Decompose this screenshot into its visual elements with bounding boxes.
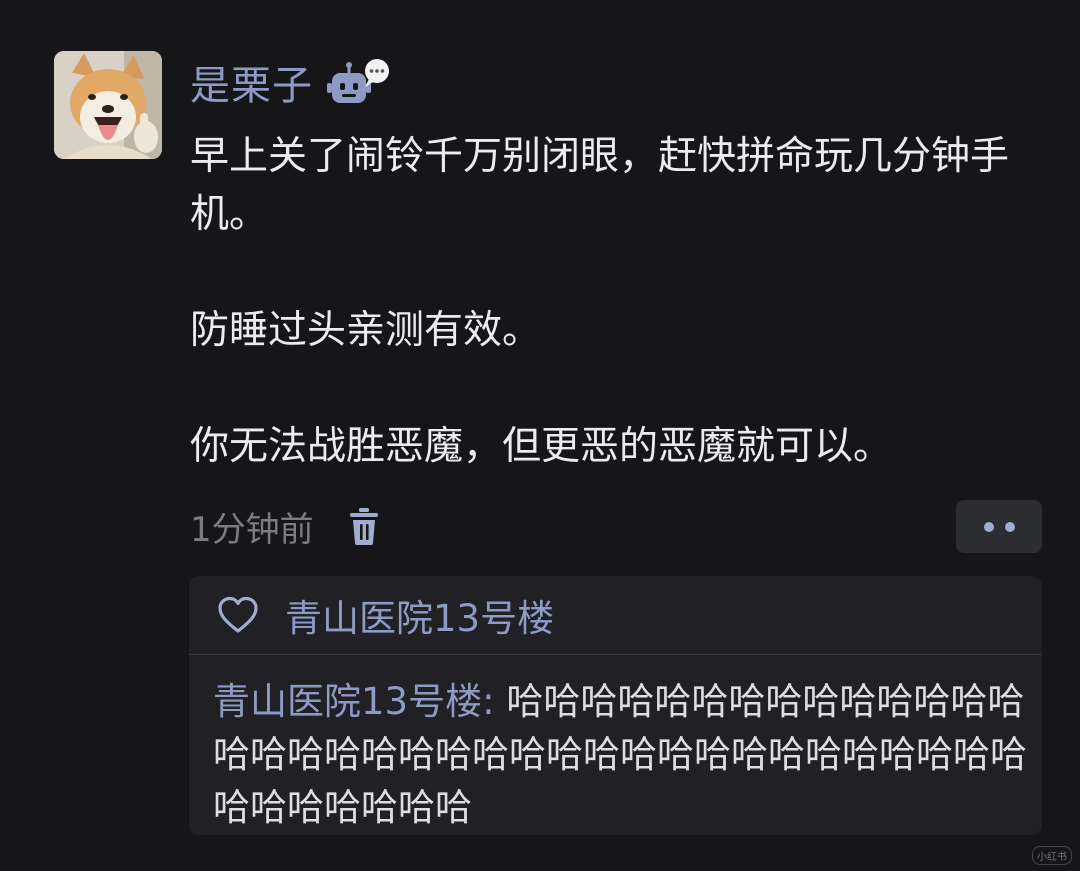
post-paragraph: 早上关了闹铃千万别闭眼，赶快拼命玩几分钟手机。: [190, 134, 1010, 237]
comment-separator: :: [482, 680, 507, 723]
liker-name[interactable]: 青山医院13号楼: [285, 588, 554, 642]
post-header: 是栗子: [190, 58, 391, 114]
avatar[interactable]: [54, 51, 162, 159]
likes-row: 青山医院13号楼: [189, 576, 1042, 655]
comment-author[interactable]: 青山医院13号楼: [213, 680, 482, 723]
post-paragraph: 你无法战胜恶魔，但更恶的恶魔就可以。: [190, 424, 893, 469]
heart-outline-icon[interactable]: [217, 596, 259, 634]
comment: 青山医院13号楼: 哈哈哈哈哈哈哈哈哈哈哈哈哈哈哈哈哈哈哈哈哈哈哈哈哈哈哈哈哈哈…: [189, 655, 1042, 834]
post-content: 早上关了闹铃千万别闭眼，赶快拼命玩几分钟手机。 防睡过头亲测有效。 你无法战胜恶…: [190, 128, 1050, 476]
post-meta: 1分钟前: [190, 498, 380, 554]
watermark: 小红书: [1032, 846, 1072, 865]
bot-chat-icon: [327, 59, 389, 103]
post-paragraph: 防睡过头亲测有效。: [190, 308, 542, 353]
reply-card: 青山医院13号楼 青山医院13号楼: 哈哈哈哈哈哈哈哈哈哈哈哈哈哈哈哈哈哈哈哈哈…: [189, 576, 1042, 835]
more-dots-icon: [983, 521, 994, 532]
trash-icon[interactable]: [348, 506, 380, 546]
more-options-button[interactable]: [956, 500, 1042, 553]
more-dots-icon: [1004, 521, 1015, 532]
shiba-dog-avatar-image: [54, 51, 162, 159]
username[interactable]: 是栗子: [190, 58, 313, 114]
timestamp: 1分钟前: [190, 509, 314, 550]
